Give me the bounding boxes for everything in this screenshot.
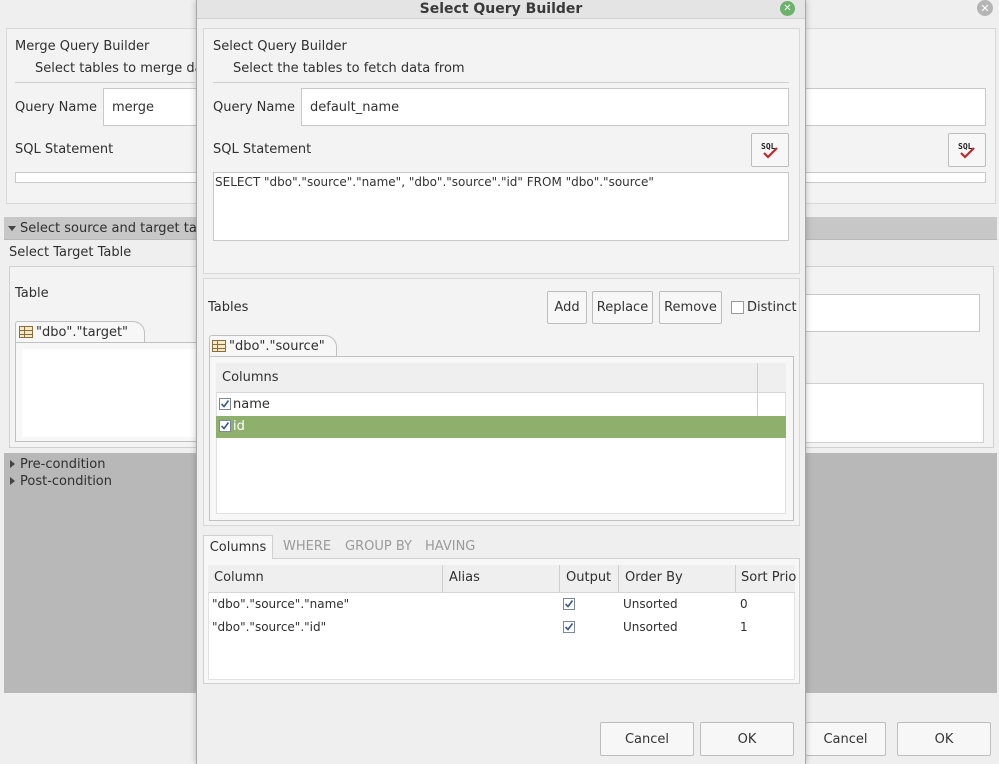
source-tab-label: "dbo"."source" [229, 339, 325, 354]
sql-text: SELECT "dbo"."source"."name", "dbo"."sou… [215, 175, 654, 189]
query-name-input-right[interactable] [804, 88, 986, 126]
section-title: Select source and target tables [20, 221, 224, 236]
sql-check-button[interactable]: SQL [948, 133, 986, 167]
table-label: Table [15, 286, 49, 301]
dialog-header-subtitle: Select the tables to fetch data from [233, 61, 465, 76]
background-header-subtitle: Select tables to merge data [35, 61, 216, 76]
column-id-label: id [233, 419, 245, 434]
grid-header-sort-prio: Sort Prio [741, 570, 797, 585]
close-icon[interactable]: ✕ [780, 1, 795, 16]
grid-col-divider [618, 565, 619, 593]
grid-col-divider [735, 565, 736, 593]
tab-group-by[interactable]: GROUP BY [345, 539, 412, 554]
tab-where[interactable]: WHERE [283, 539, 331, 554]
cancel-button[interactable]: Cancel [600, 722, 694, 756]
output-checkbox[interactable] [563, 598, 575, 610]
divider [15, 82, 195, 83]
column-checkbox-id[interactable] [219, 420, 231, 432]
column-name-label: name [233, 397, 270, 412]
svg-text:SQL: SQL [761, 142, 776, 151]
sql-textarea[interactable] [15, 172, 197, 183]
grid-header-output: Output [566, 570, 612, 585]
grid-header-column: Column [214, 570, 264, 585]
sql-statement-label: SQL Statement [213, 142, 312, 157]
divider [213, 82, 789, 83]
tables-label: Tables [208, 300, 249, 315]
grid-header-alias: Alias [449, 570, 480, 585]
table-select-right[interactable] [804, 294, 980, 332]
grid-col-divider [442, 565, 443, 593]
query-name-input[interactable]: merge [103, 88, 198, 126]
target-columns-area [22, 349, 197, 437]
grid-cell-sort-prio: 1 [740, 620, 748, 634]
ok-button[interactable]: OK [700, 722, 794, 756]
grid-cell-sort-prio: 0 [740, 597, 748, 611]
background-ok-button[interactable]: OK [897, 722, 991, 756]
grid-header-order-by: Order By [625, 570, 683, 585]
grid-cell-order-by[interactable]: Unsorted [623, 620, 678, 634]
distinct-label: Distinct [747, 300, 797, 315]
chevron-right-icon [10, 477, 15, 485]
chevron-down-icon [8, 226, 16, 231]
query-name-label: Query Name [213, 100, 295, 115]
distinct-checkbox[interactable] [731, 301, 744, 314]
sql-statement-label: SQL Statement [15, 142, 114, 157]
replace-button[interactable]: Replace [592, 291, 653, 324]
dialog-header-title: Select Query Builder [213, 39, 347, 54]
svg-text:SQL: SQL [958, 142, 973, 151]
query-name-label: Query Name [15, 100, 97, 115]
dialog-title: Select Query Builder [419, 1, 583, 17]
columns-list-header [216, 363, 786, 393]
columns-grid-header [208, 565, 795, 593]
target-columns-area-right [804, 383, 984, 443]
sql-textarea-right[interactable] [804, 172, 986, 183]
query-name-input[interactable]: default_name [301, 88, 789, 126]
output-checkbox[interactable] [563, 621, 575, 633]
background-header-title: Merge Query Builder [15, 39, 150, 54]
table-icon [212, 340, 226, 352]
table-icon [19, 326, 33, 338]
target-tab-label: "dbo"."target" [36, 325, 129, 340]
list-item-selected[interactable] [216, 416, 786, 438]
sql-check-button[interactable]: SQL [751, 133, 789, 167]
columns-header-label: Columns [222, 370, 279, 385]
add-button[interactable]: Add [547, 291, 587, 324]
chevron-right-icon [10, 460, 15, 468]
grid-cell-order-by[interactable]: Unsorted [623, 597, 678, 611]
remove-button[interactable]: Remove [659, 291, 722, 324]
list-item[interactable] [216, 393, 786, 416]
column-checkbox-name[interactable] [219, 398, 231, 410]
tab-columns[interactable]: Columns [203, 535, 273, 559]
postcondition-toggle[interactable]: Post-condition [20, 474, 112, 489]
sql-check-icon: SQL [761, 142, 778, 159]
sql-textarea[interactable]: SELECT "dbo"."source"."name", "dbo"."sou… [213, 172, 789, 241]
tab-having[interactable]: HAVING [425, 539, 475, 554]
precondition-toggle[interactable]: Pre-condition [20, 457, 105, 472]
grid-col-divider [559, 565, 560, 593]
close-icon[interactable]: ✕ [977, 0, 993, 16]
sql-check-icon: SQL [958, 142, 975, 159]
target-title: Select Target Table [9, 245, 132, 260]
background-cancel-button[interactable]: Cancel [806, 722, 886, 756]
grid-cell-column: "dbo"."source"."name" [212, 597, 350, 611]
grid-cell-column: "dbo"."source"."id" [212, 620, 327, 634]
